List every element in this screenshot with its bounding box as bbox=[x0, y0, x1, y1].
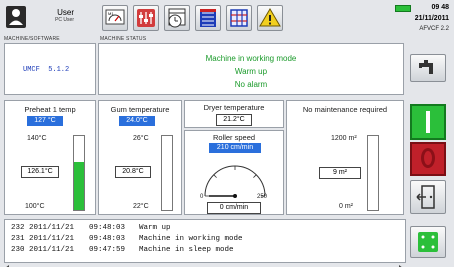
preheat-title: Preheat 1 temp bbox=[24, 105, 76, 114]
log-row: 230 2011/11/21 09:47:59 Machine in sleep mo… bbox=[11, 245, 399, 256]
water-tap-icon bbox=[419, 60, 433, 74]
roller-actual: 0 cm/min bbox=[207, 202, 261, 214]
log-id: 230 bbox=[11, 246, 25, 254]
maintenance-scale-top: 1200 m² bbox=[331, 135, 357, 142]
roller-panel: Roller speed 210 cm/min 0 250 0 cm/min bbox=[184, 130, 284, 215]
software-version: AFVCF 2.2 bbox=[419, 26, 449, 32]
preheat-bar-fill bbox=[74, 161, 84, 210]
preheat-bar bbox=[73, 135, 85, 211]
start-icon bbox=[426, 111, 430, 133]
preheat-actual: 126.1°C bbox=[21, 166, 59, 178]
machine-status-label: MACHINE STATUS bbox=[100, 36, 147, 42]
roller-title: Roller speed bbox=[212, 133, 256, 142]
gum-scale-bottom: 22°C bbox=[133, 203, 149, 210]
user-sub-label: PC User bbox=[55, 17, 74, 23]
mixer-icon bbox=[137, 9, 155, 27]
water-tap-button[interactable] bbox=[410, 54, 446, 82]
log-message: Machine in sleep mode bbox=[139, 246, 234, 254]
clock-time: 09 48 bbox=[431, 4, 449, 11]
log-time: 09:47:59 bbox=[89, 246, 126, 254]
log-scroll-right[interactable] bbox=[398, 258, 404, 267]
gum-setpoint[interactable]: 24.0°C bbox=[119, 116, 155, 126]
log-id: 231 bbox=[11, 235, 25, 243]
status-mode: Machine in working mode bbox=[205, 54, 297, 63]
clock-calendar-button[interactable] bbox=[164, 5, 190, 31]
log-time: 09:48:03 bbox=[89, 235, 126, 243]
mixer-button[interactable] bbox=[133, 5, 159, 31]
svg-text:M1: M1 bbox=[108, 11, 114, 16]
log-expand-button[interactable] bbox=[410, 226, 446, 258]
log-row: 231 2011/11/21 09:48:03 Machine in working … bbox=[11, 234, 399, 245]
status-alarm: No alarm bbox=[234, 80, 268, 89]
warning-button[interactable] bbox=[257, 5, 283, 31]
exit-icon bbox=[416, 185, 435, 209]
start-button[interactable] bbox=[410, 104, 446, 140]
gauge-button[interactable]: M1 bbox=[102, 5, 128, 31]
dryer-title: Dryer temperature bbox=[203, 103, 265, 112]
roller-setpoint[interactable]: 210 cm/min bbox=[209, 143, 261, 153]
gauge-icon: M1 bbox=[105, 9, 125, 25]
log-row: 232 2011/11/21 09:48:03 Warm up bbox=[11, 223, 399, 234]
preheat-scale-top: 140°C bbox=[27, 135, 47, 142]
maintenance-panel: No maintenance required 1200 m² 9 m² 0 m… bbox=[286, 100, 404, 215]
user-info: User PC User bbox=[28, 5, 84, 31]
roller-scale-min: 0 bbox=[200, 194, 204, 200]
roller-scale-max: 250 bbox=[257, 194, 268, 200]
event-log-rows: 232 2011/11/21 09:48:03 Warm up 231 2011/11/2… bbox=[5, 220, 405, 259]
warning-icon bbox=[259, 8, 281, 27]
gum-bar bbox=[161, 135, 173, 211]
stop-icon bbox=[421, 148, 435, 168]
maintenance-title: No maintenance required bbox=[302, 105, 388, 114]
gum-scale-top: 26°C bbox=[133, 135, 149, 142]
log-time: 09:48:03 bbox=[89, 224, 126, 232]
grid-icon bbox=[230, 9, 248, 27]
log-message: Warm up bbox=[139, 224, 171, 232]
clock-calendar-icon bbox=[168, 8, 186, 28]
clock-date: 21/11/2011 bbox=[414, 15, 449, 22]
user-icon[interactable] bbox=[6, 6, 26, 28]
grid-button[interactable] bbox=[226, 5, 252, 31]
list-button[interactable] bbox=[195, 5, 221, 31]
status-led bbox=[395, 5, 411, 12]
machine-software-label: MACHINE/SOFTWARE bbox=[4, 36, 60, 42]
log-id: 232 bbox=[11, 224, 25, 232]
gum-panel: Gum temperature 24.0°C 26°C 20.8°C 22°C bbox=[98, 100, 182, 215]
preheat-setpoint[interactable]: 127 °C bbox=[27, 116, 63, 126]
log-message: Machine in working mode bbox=[139, 235, 243, 243]
dryer-panel: Dryer temperature 21.2°C bbox=[184, 100, 284, 128]
log-scroll-left[interactable] bbox=[4, 258, 10, 267]
event-log: 232 2011/11/21 09:48:03 Warm up 231 2011/11/2… bbox=[4, 219, 406, 263]
log-date: 2011/11/21 bbox=[29, 224, 75, 232]
gum-actual: 20.8°C bbox=[115, 166, 151, 178]
log-date: 2011/11/21 bbox=[29, 235, 75, 243]
log-date: 2011/11/21 bbox=[29, 246, 75, 254]
machine-status-panel: Machine in working mode Warm up No alarm bbox=[98, 43, 404, 95]
maintenance-scale-bottom: 0 m² bbox=[339, 203, 353, 210]
maintenance-actual: 9 m² bbox=[319, 167, 361, 179]
maintenance-bar bbox=[367, 135, 379, 211]
hmi-screen: User PC User M1 09 48 21/11/2011 AFVCF 2… bbox=[0, 0, 454, 267]
expand-grid-icon bbox=[418, 232, 438, 252]
preheat-scale-bottom: 100°C bbox=[25, 203, 45, 210]
exit-button[interactable] bbox=[410, 180, 446, 214]
list-icon bbox=[200, 9, 216, 27]
preheat-panel: Preheat 1 temp 127 °C 140°C 126.1°C 100°… bbox=[4, 100, 96, 215]
user-label: User bbox=[57, 8, 74, 17]
stop-button[interactable] bbox=[410, 142, 446, 176]
dryer-value: 21.2°C bbox=[216, 114, 252, 126]
software-version-value: UMCF 5.1.2 bbox=[23, 66, 70, 74]
status-phase: Warm up bbox=[234, 67, 268, 76]
machine-software-panel: UMCF 5.1.2 bbox=[4, 43, 96, 95]
gum-title: Gum temperature bbox=[110, 105, 170, 114]
